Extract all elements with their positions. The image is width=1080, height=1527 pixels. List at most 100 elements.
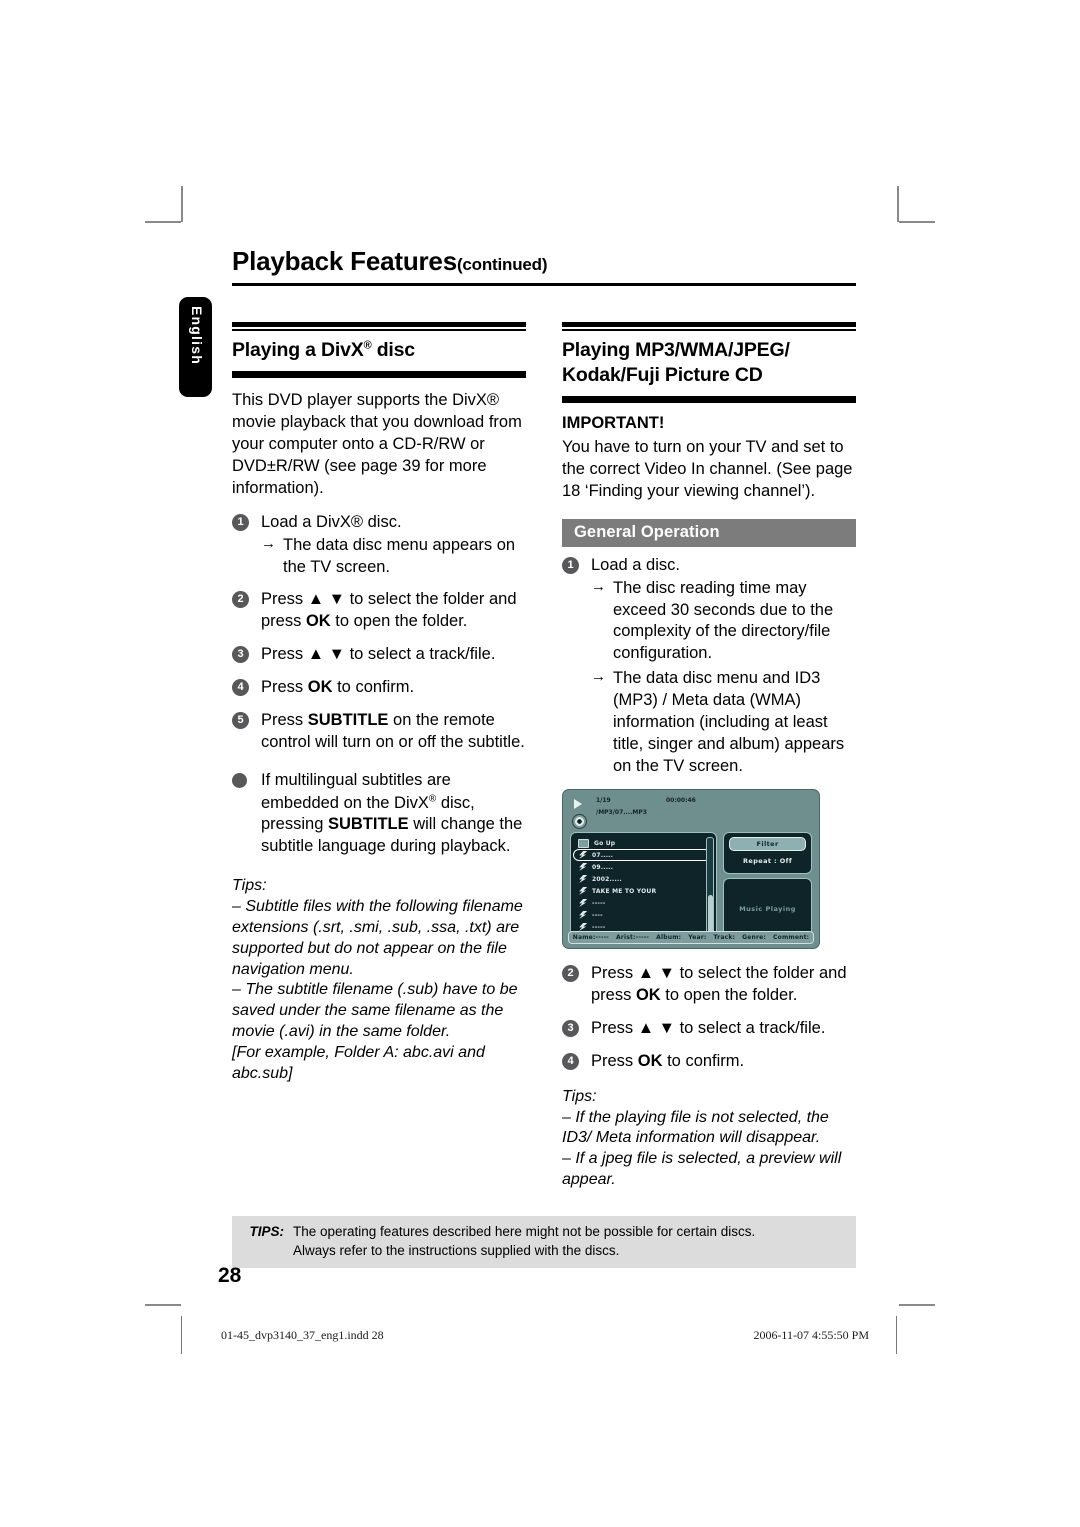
step-text: Load a DivX® disc.	[261, 512, 402, 531]
screenshot-body: Go Up 07..... 09..... 2002..... TAKE ME …	[568, 832, 814, 941]
footer-tips-band: TIPS: The operating features described h…	[232, 1216, 856, 1269]
running-head: Playback Features(continued)	[232, 246, 856, 281]
step-substep: → The data disc menu appears on the TV s…	[261, 535, 526, 579]
print-footer-left-rule	[181, 1316, 182, 1354]
file-list[interactable]: Go Up 07..... 09..... 2002..... TAKE ME …	[570, 832, 718, 941]
status-field: Genre:	[742, 934, 767, 942]
tips-label: Tips:	[562, 1087, 597, 1105]
step-item: 2 Press ▲ ▼ to select the folder and pre…	[232, 589, 526, 633]
step-text: Press ▲ ▼ to select the folder and press…	[261, 590, 517, 631]
tips-line: [For example, Folder A: abc.avi and abc.…	[232, 1043, 485, 1082]
heading-rule-bottom-thick	[562, 397, 856, 403]
tips-line: – Subtitle files with the following file…	[232, 898, 523, 978]
music-note-icon	[578, 851, 587, 860]
divx-intro-paragraph: This DVD player supports the DivX® movie…	[232, 390, 522, 497]
step-item: 3 Press ▲ ▼ to select a track/file.	[232, 644, 526, 666]
print-footer-right-rule	[896, 1316, 897, 1354]
list-item[interactable]: ----	[575, 909, 713, 921]
bullet-item: If multilingual subtitles are embedded o…	[232, 770, 526, 858]
current-path: /MP3/07....MP3	[596, 809, 647, 817]
status-field: Comment:	[773, 934, 810, 942]
heading-rule-top-thick	[232, 322, 526, 327]
list-item[interactable]: Go Up	[575, 837, 713, 849]
step-substep-text: The disc reading time may exceed 30 seco…	[613, 578, 834, 663]
footer-tips-text: The operating features described here mi…	[293, 1223, 755, 1260]
list-item-label: 2002.....	[592, 875, 622, 883]
screenshot-header: 1/19 00:00:46 /MP3/07....MP3	[568, 795, 814, 832]
step-item: 1 Load a disc. → The disc reading time m…	[562, 555, 856, 778]
step-text: Press ▲ ▼ to select the folder and press…	[591, 964, 847, 1004]
list-item-label: TAKE ME TO YOUR	[592, 887, 657, 895]
step-number: 1	[562, 556, 579, 574]
tips-label: Tips:	[232, 877, 267, 895]
scrollbar-thumb[interactable]	[708, 895, 714, 934]
step-item: 2 Press ▲ ▼ to select the folder and pre…	[562, 963, 856, 1007]
music-note-icon	[578, 887, 587, 896]
print-footer-datetime: 2006-11-07 4:55:50 PM	[753, 1328, 869, 1342]
registration-mark-top-left-horizontal	[145, 221, 181, 223]
folder-icon	[578, 838, 589, 848]
step-substep-text: The data disc menu and ID3 (MP3) / Meta …	[613, 669, 845, 776]
page-number: 28	[218, 1264, 242, 1287]
language-tab: English	[179, 297, 212, 397]
footer-tips-line1: The operating features described here mi…	[293, 1224, 756, 1239]
step-number: 3	[562, 1019, 579, 1037]
running-head-rule	[232, 283, 856, 286]
step-substep: → The data disc menu and ID3 (MP3) / Met…	[591, 668, 856, 778]
right-column: Playing MP3/WMA/JPEG/ Kodak/Fuji Picture…	[562, 322, 856, 1191]
two-column-body: Playing a DivX® disc This DVD player sup…	[232, 322, 856, 1191]
status-field: Year:	[688, 934, 707, 942]
music-note-icon	[578, 911, 587, 920]
status-field: Name:-----	[572, 934, 609, 942]
list-item[interactable]: 2002.....	[575, 873, 713, 885]
step-number: 1	[232, 513, 249, 531]
track-index: 1/19	[596, 797, 611, 805]
step-text: Press OK to confirm.	[591, 1051, 745, 1070]
tips-line: – If a jpeg file is selected, a preview …	[562, 1150, 842, 1188]
step-text: Press ▲ ▼ to select a track/file.	[261, 645, 496, 664]
print-footer-filename: 01-45_dvp3140_37_eng1.indd 28	[221, 1328, 384, 1342]
step-substep-text: The data disc menu appears on the TV scr…	[283, 535, 516, 576]
left-tips-block: Tips: – Subtitle files with the followin…	[232, 876, 526, 1084]
registration-mark-top-left-vertical	[181, 186, 183, 222]
music-note-icon	[578, 875, 587, 884]
section-heading-mp3: Playing MP3/WMA/JPEG/ Kodak/Fuji Picture…	[562, 331, 856, 394]
list-item-label: ----	[592, 911, 603, 919]
elapsed-time: 00:00:46	[666, 797, 696, 805]
step-number: 3	[232, 646, 249, 664]
step-number: 5	[232, 712, 249, 730]
right-tips-block: Tips: – If the playing file is not selec…	[562, 1087, 856, 1191]
arrow-right-icon: →	[591, 577, 606, 595]
arrow-right-icon: →	[591, 668, 606, 686]
subsection-general-operation: General Operation	[562, 518, 856, 547]
language-tab-label: English	[189, 306, 205, 365]
step-item: 1 Load a DivX® disc. → The data disc men…	[232, 512, 526, 579]
list-item[interactable]: 09.....	[575, 861, 713, 873]
section-heading-mp3-line2: Kodak/Fuji Picture CD	[562, 363, 763, 386]
step-item: 4 Press OK to confirm.	[562, 1051, 856, 1073]
playing-status: Music Playing	[739, 905, 796, 914]
important-label: IMPORTANT!	[562, 413, 665, 432]
important-text: You have to turn on your TV and set to t…	[562, 437, 853, 500]
screenshot-header-meta: 1/19 00:00:46 /MP3/07....MP3	[596, 797, 814, 816]
list-item[interactable]: TAKE ME TO YOUR	[575, 885, 713, 897]
arrow-right-icon: →	[261, 534, 276, 552]
step-text: Press OK to confirm.	[261, 678, 415, 697]
tips-line: – If the playing file is not selected, t…	[562, 1108, 829, 1147]
heading-rule-top-thick	[562, 322, 856, 327]
section-heading-divx-tail: disc	[371, 339, 415, 361]
list-item-label: -----	[592, 899, 606, 907]
section-heading-mp3-line1: Playing MP3/WMA/JPEG/	[562, 339, 790, 361]
list-item-selected[interactable]: 07.....	[573, 849, 711, 862]
step-item: 5 Press SUBTITLE on the remote control w…	[232, 710, 526, 754]
repeat-status[interactable]: Repeat : Off	[729, 857, 806, 865]
bullet-text: If multilingual subtitles are embedded o…	[261, 771, 523, 856]
filter-button[interactable]: Filter	[729, 837, 806, 852]
list-item[interactable]: -----	[575, 897, 713, 909]
step-number: 4	[562, 1052, 579, 1070]
registration-mark-bottom-left-horizontal	[145, 1304, 181, 1306]
registered-mark-icon: ®	[363, 339, 372, 352]
list-item-label: Go Up	[594, 839, 616, 847]
heading-rule-bottom-thick	[232, 372, 526, 378]
step-number: 4	[232, 679, 249, 697]
